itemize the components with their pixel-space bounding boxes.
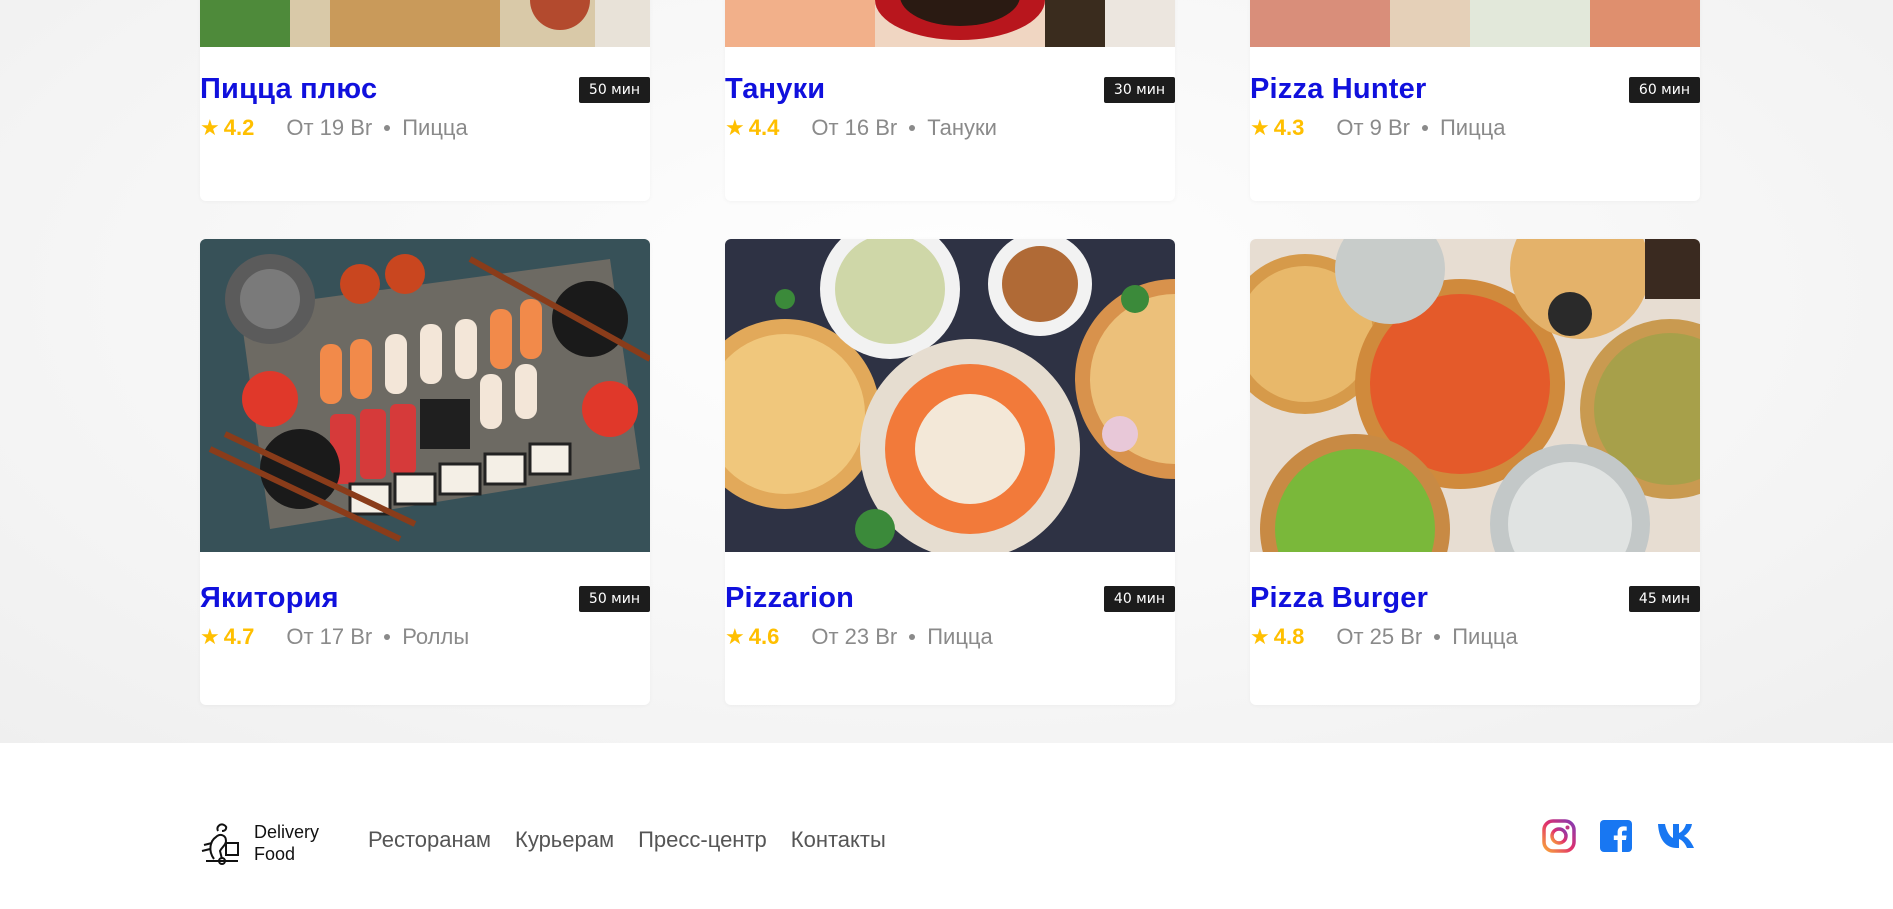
price-text: От 23 Br [811,624,898,649]
restaurant-meta: ★ 4.8 От 25 Br Пицца [1250,624,1518,650]
instagram-icon[interactable] [1542,819,1576,853]
price-text: От 17 Br [286,624,373,649]
footer-link-contacts[interactable]: Контакты [791,827,886,853]
category-text: Тануки [927,115,997,140]
footer-link-press[interactable]: Пресс-центр [638,827,767,853]
restaurant-photo [725,239,1175,552]
restaurant-title[interactable]: Тануки [725,73,825,106]
separator-dot [384,125,391,131]
delivery-time-badge: 30 мин [1103,77,1175,103]
restaurant-title[interactable]: Якитория [200,582,339,615]
restaurant-card[interactable]: Тануки 30 мин ★ 4.4 От 16 Br Тануки [725,0,1175,201]
restaurant-meta: ★ 4.2 От 19 Br Пицца [200,115,468,141]
delivery-time-badge: 40 мин [1103,586,1175,612]
page-footer: Delivery Food Ресторанам Курьерам Пресс-… [0,743,1893,909]
rating-value: 4.7 [223,624,255,649]
restaurant-card[interactable]: Пицца плюс 50 мин ★ 4.2 От 19 Br Пицца [200,0,650,201]
separator-dot [1421,125,1428,131]
restaurant-title[interactable]: Pizza Hunter [1250,73,1426,106]
price-text: От 25 Br [1336,624,1423,649]
delivery-time-badge: 60 мин [1628,77,1700,103]
restaurant-card[interactable]: Pizza Hunter 60 мин ★ 4.3 От 9 Br Пицца [1250,0,1700,201]
restaurant-photo [1250,0,1700,47]
star-icon: ★ [725,115,745,140]
restaurant-meta: ★ 4.7 От 17 Br Роллы [200,624,469,650]
restaurant-meta: ★ 4.3 От 9 Br Пицца [1250,115,1506,141]
delivery-logo [201,823,239,865]
star-icon: ★ [725,624,745,649]
price-text: От 9 Br [1336,115,1410,140]
restaurant-card[interactable]: Pizzarion 40 мин ★ 4.6 От 23 Br Пицца [725,239,1175,705]
restaurant-card[interactable]: Pizza Burger 45 мин ★ 4.8 От 25 Br Пицца [1250,239,1700,705]
facebook-icon[interactable] [1600,820,1632,852]
rating-value: 4.8 [1273,624,1305,649]
star-icon: ★ [200,624,220,649]
rating-value: 4.2 [223,115,255,140]
category-text: Пицца [927,624,993,649]
category-text: Пицца [402,115,468,140]
star-icon: ★ [200,115,220,140]
restaurant-photo [725,0,1175,47]
restaurant-title[interactable]: Pizza Burger [1250,582,1428,615]
logo-line-2: Food [254,844,296,864]
rating-value: 4.3 [1273,115,1305,140]
separator-dot [1434,634,1441,640]
price-text: От 16 Br [811,115,898,140]
separator-dot [384,634,391,640]
restaurant-title[interactable]: Pizzarion [725,582,854,615]
social-links [1542,819,1700,853]
separator-dot [909,634,916,640]
delivery-time-badge: 50 мин [578,77,650,103]
restaurant-title[interactable]: Пицца плюс [200,73,377,106]
restaurant-card[interactable]: Якитория 50 мин ★ 4.7 От 17 Br Роллы [200,239,650,705]
restaurant-meta: ★ 4.6 От 23 Br Пицца [725,624,993,650]
logo-text: Delivery Food [254,821,319,865]
rating-value: 4.4 [748,115,780,140]
delivery-time-badge: 45 мин [1628,586,1700,612]
restaurant-photo [200,239,650,552]
rating-value: 4.6 [748,624,780,649]
delivery-time-badge: 50 мин [578,586,650,612]
restaurant-photo [200,0,650,47]
footer-nav: Ресторанам Курьерам Пресс-центр Контакты [368,827,886,853]
price-text: От 19 Br [286,115,373,140]
footer-link-couriers[interactable]: Курьерам [515,827,614,853]
star-icon: ★ [1250,115,1270,140]
category-text: Пицца [1452,624,1518,649]
category-text: Роллы [402,624,470,649]
star-icon: ★ [1250,624,1270,649]
footer-link-restaurants[interactable]: Ресторанам [368,827,491,853]
logo-line-1: Delivery [254,822,320,842]
restaurant-meta: ★ 4.4 От 16 Br Тануки [725,115,997,141]
restaurants-grid: Пицца плюс 50 мин ★ 4.2 От 19 Br Пицца Т… [0,0,1893,743]
category-text: Пицца [1439,115,1506,140]
vk-icon[interactable] [1656,822,1700,850]
separator-dot [909,125,916,131]
footer-logo[interactable]: Delivery Food [200,821,319,865]
restaurant-photo [1250,239,1700,552]
